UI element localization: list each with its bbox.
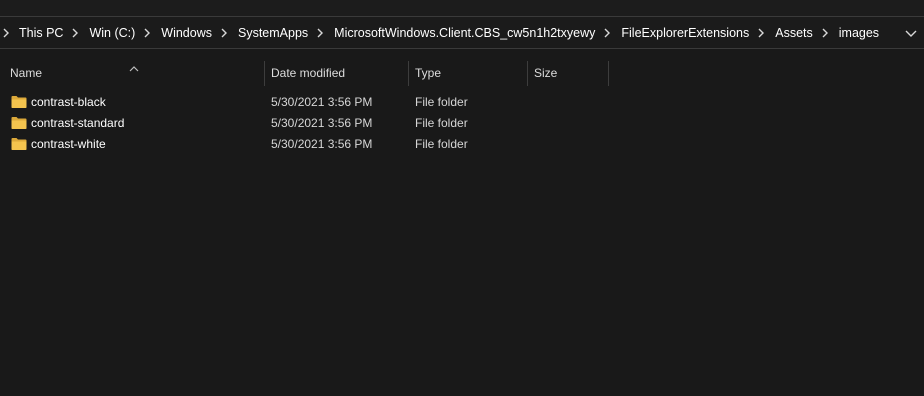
breadcrumb-item-images[interactable]: images: [837, 26, 881, 40]
file-list: contrast-black 5/30/2021 3:56 PM File fo…: [0, 92, 924, 155]
chevron-right-icon[interactable]: [220, 28, 230, 38]
file-type: File folder: [415, 116, 468, 130]
breadcrumb-item-assets[interactable]: Assets: [773, 26, 815, 40]
chevron-right-icon[interactable]: [143, 28, 153, 38]
chevron-right-icon[interactable]: [2, 28, 12, 38]
folder-icon: [11, 137, 27, 151]
column-header-size[interactable]: Size: [528, 61, 608, 86]
chevron-right-icon[interactable]: [821, 28, 831, 38]
file-type: File folder: [415, 137, 468, 151]
breadcrumb-item-client-cbs[interactable]: MicrosoftWindows.Client.CBS_cw5n1h2txyew…: [332, 26, 597, 40]
breadcrumb-item-windows[interactable]: Windows: [159, 26, 214, 40]
column-header-type[interactable]: Type: [409, 61, 527, 86]
breadcrumb-item-systemapps[interactable]: SystemApps: [236, 26, 310, 40]
file-date: 5/30/2021 3:56 PM: [271, 95, 373, 109]
breadcrumb-item-drive[interactable]: Win (C:): [87, 26, 137, 40]
file-row[interactable]: contrast-black 5/30/2021 3:56 PM File fo…: [0, 92, 924, 113]
file-date: 5/30/2021 3:56 PM: [271, 137, 373, 151]
breadcrumb-item-this-pc[interactable]: This PC: [17, 26, 65, 40]
file-name[interactable]: contrast-black: [31, 92, 106, 113]
chevron-down-icon[interactable]: [904, 26, 918, 40]
file-name[interactable]: contrast-white: [31, 134, 106, 155]
column-header-date-modified[interactable]: Date modified: [265, 61, 408, 86]
column-header-name[interactable]: Name: [4, 61, 264, 86]
file-date: 5/30/2021 3:56 PM: [271, 116, 373, 130]
chevron-right-icon[interactable]: [757, 28, 767, 38]
folder-icon: [11, 95, 27, 109]
title-bar-remnant: [0, 0, 924, 16]
chevron-right-icon[interactable]: [316, 28, 326, 38]
column-header-row: Name Date modified Type Size: [0, 61, 924, 86]
breadcrumb: This PC Win (C:) Windows SystemApps Micr…: [0, 17, 881, 48]
file-row[interactable]: contrast-standard 5/30/2021 3:56 PM File…: [0, 113, 924, 134]
file-type: File folder: [415, 95, 468, 109]
column-divider[interactable]: [608, 61, 609, 86]
file-row[interactable]: contrast-white 5/30/2021 3:56 PM File fo…: [0, 134, 924, 155]
folder-icon: [11, 116, 27, 130]
breadcrumb-item-fileexplorerextensions[interactable]: FileExplorerExtensions: [619, 26, 751, 40]
address-bar[interactable]: This PC Win (C:) Windows SystemApps Micr…: [0, 16, 924, 49]
chevron-right-icon[interactable]: [603, 28, 613, 38]
chevron-right-icon[interactable]: [71, 28, 81, 38]
file-name[interactable]: contrast-standard: [31, 113, 124, 134]
